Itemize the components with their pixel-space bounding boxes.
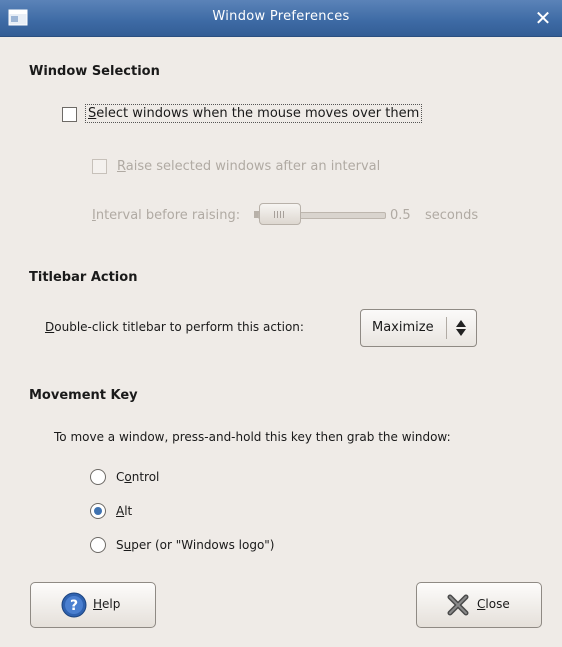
alt-radio-label[interactable]: Alt xyxy=(116,504,132,518)
grip-icon xyxy=(274,211,286,218)
titlebar-action-select[interactable]: Maximize xyxy=(360,309,477,347)
double-click-label: Double-click titlebar to perform this ac… xyxy=(45,320,304,334)
select-on-hover-label[interactable]: Select windows when the mouse moves over… xyxy=(85,104,423,123)
control-radio-label[interactable]: Control xyxy=(116,470,159,484)
interval-slider-handle[interactable] xyxy=(259,203,301,225)
interval-value: 0.5 xyxy=(390,208,411,223)
select-on-hover-checkbox[interactable] xyxy=(62,107,77,122)
close-window-icon[interactable]: ✕ xyxy=(532,7,554,29)
window-selection-heading: Window Selection xyxy=(29,64,160,79)
raise-after-interval-label: Raise selected windows after an interval xyxy=(117,159,381,174)
up-down-arrows-icon xyxy=(456,320,466,336)
title-bar: Window Preferences ✕ xyxy=(0,0,562,37)
titlebar-action-heading: Titlebar Action xyxy=(29,270,138,285)
interval-unit: seconds xyxy=(425,208,479,223)
help-icon: ? xyxy=(61,592,87,618)
super-radio-label[interactable]: Super (or "Windows logo") xyxy=(116,538,275,552)
alt-radio[interactable] xyxy=(90,503,106,519)
super-radio[interactable] xyxy=(90,537,106,553)
close-x-icon xyxy=(447,594,469,616)
control-radio[interactable] xyxy=(90,469,106,485)
movement-instruction: To move a window, press-and-hold this ke… xyxy=(54,430,451,444)
close-button-label: Close xyxy=(477,597,510,611)
close-button[interactable]: Close xyxy=(416,582,542,628)
window-title: Window Preferences xyxy=(212,9,350,24)
movement-key-heading: Movement Key xyxy=(29,388,138,403)
help-button-label: Help xyxy=(93,597,121,611)
interval-label: Interval before raising: xyxy=(92,208,241,223)
combo-separator xyxy=(446,317,447,339)
svg-text:?: ? xyxy=(70,598,78,614)
titlebar-action-value: Maximize xyxy=(372,320,434,335)
help-button[interactable]: ? Help xyxy=(30,582,156,628)
raise-after-interval-checkbox[interactable] xyxy=(92,159,107,174)
